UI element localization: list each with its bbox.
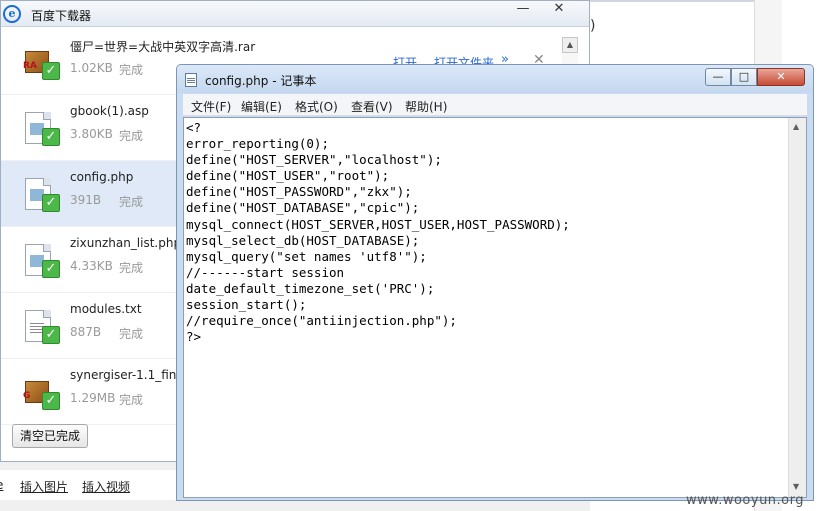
menu-file[interactable]: 文件(F) xyxy=(191,98,231,115)
notepad-maximize-button[interactable]: □ xyxy=(731,68,757,86)
download-item-size: 4.33KB xyxy=(70,259,113,273)
download-item-status: 完成 xyxy=(119,327,144,341)
insert-video-link[interactable]: 插入视频 xyxy=(82,478,130,495)
minimize-button[interactable]: — xyxy=(505,1,541,19)
code-line: <? xyxy=(186,120,202,135)
clear-completed-button[interactable]: 清空已完成 xyxy=(12,424,88,448)
code-line: mysql_connect(HOST_SERVER,HOST_USER,HOST… xyxy=(186,216,570,232)
download-item-name: synergiser-1.1_fina xyxy=(70,368,184,382)
download-item-name: 僵尸=世界=大战中英双字高清.rar xyxy=(70,40,256,54)
ie-logo-icon: e xyxy=(3,5,21,23)
download-item-status: 完成 xyxy=(119,261,144,275)
code-line: define("HOST_USER","root"); xyxy=(186,168,390,184)
code-line: //require_once("antiinjection.php"); xyxy=(186,313,457,329)
notepad-minimize-button[interactable]: — xyxy=(705,68,731,86)
complete-check-icon: ✓ xyxy=(42,392,60,410)
code-line: mysql_select_db(HOST_DATABASE); xyxy=(186,232,420,248)
notepad-titlebar[interactable]: config.php - 记事本 — □ ✕ xyxy=(177,65,813,93)
notepad-vertical-scrollbar[interactable]: ▲ ▼ xyxy=(788,118,806,497)
notepad-text-area[interactable]: <? error_reporting(0); define("HOST_SERV… xyxy=(183,117,807,498)
complete-check-icon: ✓ xyxy=(42,260,60,278)
code-line: mysql_query("set names 'utf8'"); xyxy=(186,248,427,264)
code-line: //------start session xyxy=(186,264,345,280)
download-manager-title: 百度下载器 xyxy=(31,9,92,23)
download-item-name: gbook(1).asp xyxy=(70,104,149,118)
download-item-name: modules.txt xyxy=(70,302,142,316)
download-item-size: 391B xyxy=(70,193,102,207)
download-item-size: 1.02KB xyxy=(70,61,113,75)
background-divider xyxy=(590,0,760,2)
download-item-status: 完成 xyxy=(119,129,144,143)
scroll-up-arrow-icon[interactable]: ▲ xyxy=(562,37,578,53)
download-item-status: 完成 xyxy=(119,393,144,407)
notepad-menubar: 文件(F) 编辑(E) 格式(O) 查看(V) 帮助(H) xyxy=(183,94,807,116)
download-item-status: 完成 xyxy=(119,195,144,209)
menu-view[interactable]: 查看(V) xyxy=(351,98,393,115)
code-line: define("HOST_SERVER","localhost"); xyxy=(186,152,442,168)
download-item-name: config.php xyxy=(70,170,134,184)
notepad-content[interactable]: <? error_reporting(0); define("HOST_SERV… xyxy=(186,120,786,345)
scroll-down-arrow-icon[interactable]: ▼ xyxy=(793,482,799,491)
notepad-close-button[interactable]: ✕ xyxy=(757,68,805,86)
download-item-name: zixunzhan_list.php xyxy=(70,236,182,250)
code-line: ?> xyxy=(186,329,202,345)
download-item-size: 3.80KB xyxy=(70,127,113,141)
code-line: date_default_timezone_set('PRC'); xyxy=(186,280,435,296)
menu-edit[interactable]: 编辑(E) xyxy=(241,98,282,115)
complete-check-icon: ✓ xyxy=(42,194,60,212)
notepad-title: config.php - 记事本 xyxy=(205,74,317,88)
insert-image-link[interactable]: 插入图片 xyxy=(20,478,68,495)
download-item-size: 1.29MB xyxy=(70,391,116,405)
complete-check-icon: ✓ xyxy=(42,128,60,146)
code-line: error_reporting(0); xyxy=(186,136,329,152)
notepad-icon xyxy=(185,73,197,87)
code-line: session_start(); xyxy=(186,297,307,313)
complete-check-icon: ✓ xyxy=(42,326,60,344)
watermark: www.wooyun.org xyxy=(686,493,805,508)
menu-format[interactable]: 格式(O) xyxy=(295,98,338,115)
scroll-up-arrow-icon[interactable]: ▲ xyxy=(793,122,799,131)
menu-help[interactable]: 帮助(H) xyxy=(405,98,447,115)
notepad-window: config.php - 记事本 — □ ✕ 文件(F) 编辑(E) 格式(O)… xyxy=(176,64,814,501)
close-button[interactable]: ✕ xyxy=(541,1,577,19)
download-item-size: 887B xyxy=(70,325,102,339)
download-manager-titlebar[interactable]: e 百度下载器 — ✕ xyxy=(1,1,589,27)
code-line: define("HOST_PASSWORD","zkx"); xyxy=(186,184,412,200)
complete-check-icon: ✓ xyxy=(42,62,60,80)
background-paren: ) xyxy=(590,18,596,34)
background-link-fragment[interactable]: e xyxy=(0,478,3,492)
code-line: define("HOST_DATABASE","cpic"); xyxy=(186,200,420,216)
download-item-status: 完成 xyxy=(119,63,144,77)
